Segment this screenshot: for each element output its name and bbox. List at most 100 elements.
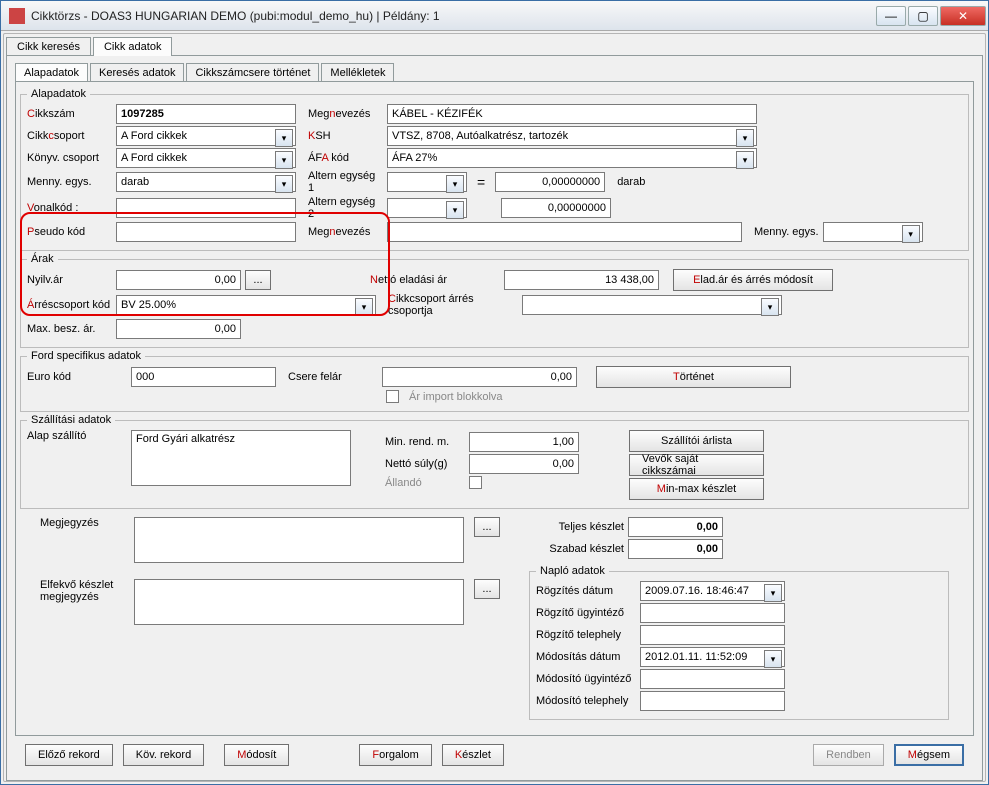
- szallitoi-arlista-button[interactable]: Szállítói árlista: [629, 430, 764, 452]
- field-rogzdatum[interactable]: 2009.07.16. 18:46:47: [640, 581, 785, 601]
- subtab-alapadatok[interactable]: Alapadatok: [15, 63, 88, 82]
- label-nettosuly: Nettó súly(g): [385, 458, 465, 470]
- label-altern2: Altern egység 2: [308, 196, 383, 220]
- field-netto-eladasi[interactable]: 13 438,00: [504, 270, 659, 290]
- label-altern1: Altern egység 1: [308, 170, 383, 194]
- field-cserefelar[interactable]: 0,00: [382, 367, 577, 387]
- field-teljes-keszlet: 0,00: [628, 517, 723, 537]
- combo-altern2[interactable]: [387, 198, 467, 218]
- minimize-button[interactable]: —: [876, 6, 906, 26]
- field-rogzugy: [640, 603, 785, 623]
- combo-altern1[interactable]: [387, 172, 467, 192]
- group-arak: Árak Nyilv.ár 0,00 ... Nettó eladási ár …: [20, 253, 969, 348]
- field-megjegyzes[interactable]: [134, 517, 464, 563]
- label-rogzdatum: Rögzítés dátum: [536, 585, 636, 597]
- label-rogztel: Rögzítő telephely: [536, 629, 636, 641]
- group-ford: Ford specifikus adatok Euro kód 000 Cser…: [20, 350, 969, 412]
- label-altern-unit: darab: [617, 176, 645, 188]
- label-cikkcs-arres: Cikkcsoport árrés csoportja: [388, 293, 518, 317]
- close-button[interactable]: ✕: [940, 6, 986, 26]
- modosit-button[interactable]: Módosít: [224, 744, 289, 766]
- label-cikkszam: Cikkszám: [27, 108, 112, 120]
- main-window: Cikktörzs - DOAS3 HUNGARIAN DEMO (pubi:m…: [0, 0, 989, 785]
- combo-cikkcsoport[interactable]: A Ford cikkek: [116, 126, 296, 146]
- field-moddatum[interactable]: 2012.01.11. 11:52:09: [640, 647, 785, 667]
- checkbox-ar-import-blokkolva[interactable]: [386, 390, 399, 403]
- label-elfekvo: Elfekvő készlet megjegyzés: [40, 579, 130, 603]
- label-szabad-keszlet: Szabad készlet: [529, 543, 624, 555]
- subtab-tortenet[interactable]: Cikkszámcsere történet: [186, 63, 319, 82]
- label-minrend: Min. rend. m.: [385, 436, 465, 448]
- combo-mennyegys[interactable]: darab: [116, 172, 296, 192]
- label-arrescsoport: Árréscsoport kód: [27, 299, 112, 311]
- combo-ksh[interactable]: VTSZ, 8708, Autóalkatrész, tartozék: [387, 126, 757, 146]
- field-eurokod[interactable]: 000: [131, 367, 276, 387]
- combo-afa[interactable]: ÁFA 27%: [387, 148, 757, 168]
- label-modugy: Módosító ügyintéző: [536, 673, 636, 685]
- field-alapszallito[interactable]: Ford Gyári alkatrész: [131, 430, 351, 486]
- megjegyzes-browse-button[interactable]: ...: [474, 517, 500, 537]
- checkbox-allando[interactable]: [469, 476, 482, 489]
- field-megnevezes2[interactable]: [387, 222, 742, 242]
- label-megjegyzes: Megjegyzés: [40, 517, 130, 529]
- label-mennyegys2: Menny. egys.: [754, 226, 819, 238]
- label-rogzugy: Rögzítő ügyintéző: [536, 607, 636, 619]
- label-vonalkod: Vonalkód :: [27, 202, 112, 214]
- field-vonalkod[interactable]: [116, 198, 296, 218]
- titlebar: Cikktörzs - DOAS3 HUNGARIAN DEMO (pubi:m…: [1, 1, 988, 31]
- legend-szallitasi: Szállítási adatok: [27, 414, 115, 426]
- field-altern2-val[interactable]: 0,00000000: [501, 198, 611, 218]
- eladar-modosit-button[interactable]: Elad.ár és árrés módosít: [673, 269, 833, 291]
- app-icon: [9, 8, 25, 24]
- subtab-mellekletek[interactable]: Mellékletek: [321, 63, 394, 82]
- field-altern1-val[interactable]: 0,00000000: [495, 172, 605, 192]
- field-minrend[interactable]: 1,00: [469, 432, 579, 452]
- elfekvo-browse-button[interactable]: ...: [474, 579, 500, 599]
- field-elfekvo[interactable]: [134, 579, 464, 625]
- label-allando: Állandó: [385, 477, 465, 489]
- field-pseudo[interactable]: [116, 222, 296, 242]
- label-maxbesz: Max. besz. ár.: [27, 323, 112, 335]
- keszlet-button[interactable]: Készlet: [442, 744, 504, 766]
- field-modtel: [640, 691, 785, 711]
- field-maxbesz[interactable]: 0,00: [116, 319, 241, 339]
- field-megnevezes[interactable]: KÁBEL - KÉZIFÉK: [387, 104, 757, 124]
- label-megnevezes2: Megnevezés: [308, 226, 383, 238]
- legend-arak: Árak: [27, 253, 58, 265]
- subtab-kereses[interactable]: Keresés adatok: [90, 63, 184, 82]
- label-konyvcs: Könyv. csoport: [27, 152, 112, 164]
- label-mennyegys: Menny. egys.: [27, 176, 112, 188]
- minmax-keszlet-button[interactable]: Min-max készlet: [629, 478, 764, 500]
- combo-cikkcs-arres[interactable]: [522, 295, 782, 315]
- group-szallitasi: Szállítási adatok Alap szállító Ford Gyá…: [20, 414, 969, 509]
- label-alapszallito: Alap szállító: [27, 430, 127, 442]
- label-afa: ÁFA kód: [308, 152, 383, 164]
- equals-sign: =: [477, 174, 485, 190]
- combo-konyvcs[interactable]: A Ford cikkek: [116, 148, 296, 168]
- combo-arrescsoport[interactable]: BV 25.00%: [116, 295, 376, 315]
- tab-cikk-adatok[interactable]: Cikk adatok: [93, 37, 172, 56]
- field-nyilvar[interactable]: 0,00: [116, 270, 241, 290]
- next-record-button[interactable]: Köv. rekord: [123, 744, 204, 766]
- field-rogztel: [640, 625, 785, 645]
- nyilvar-browse-button[interactable]: ...: [245, 270, 271, 290]
- legend-naplo: Napló adatok: [536, 565, 609, 577]
- label-nyilvar: Nyilv.ár: [27, 274, 112, 286]
- window-title: Cikktörzs - DOAS3 HUNGARIAN DEMO (pubi:m…: [31, 9, 876, 23]
- tortenet-button[interactable]: Történet: [596, 366, 791, 388]
- label-cserefelar: Csere felár: [288, 371, 378, 383]
- field-nettosuly[interactable]: 0,00: [469, 454, 579, 474]
- field-cikkszam[interactable]: 1097285: [116, 104, 296, 124]
- label-moddatum: Módosítás dátum: [536, 651, 636, 663]
- tab-cikk-kereses[interactable]: Cikk keresés: [6, 37, 91, 56]
- footer-bar: Előző rekord Köv. rekord Módosít Forgalo…: [15, 736, 974, 774]
- forgalom-button[interactable]: Forgalom: [359, 744, 431, 766]
- maximize-button[interactable]: ▢: [908, 6, 938, 26]
- combo-mennyegys2[interactable]: [823, 222, 923, 242]
- field-szabad-keszlet: 0,00: [628, 539, 723, 559]
- megsem-button[interactable]: Mégsem: [894, 744, 964, 766]
- vevok-cikkszamai-button[interactable]: Vevők saját cikkszámai: [629, 454, 764, 476]
- prev-record-button[interactable]: Előző rekord: [25, 744, 113, 766]
- label-pseudo: Pseudo kód: [27, 226, 112, 238]
- group-naplo: Napló adatok Rögzítés dátum 2009.07.16. 1…: [529, 565, 949, 720]
